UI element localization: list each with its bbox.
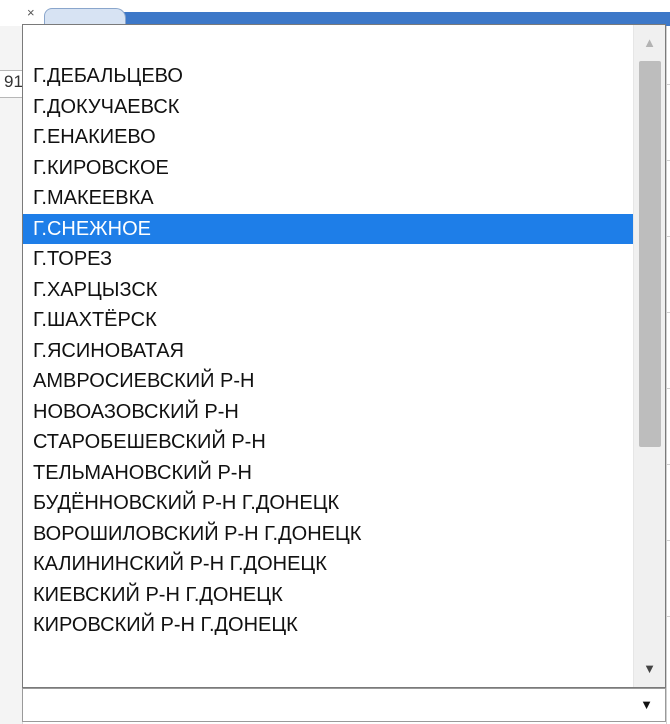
background-left-cell-text: 91: [4, 72, 23, 91]
option-torez[interactable]: Г.ТОРЕЗ: [23, 244, 633, 275]
region-select[interactable]: ▼: [22, 688, 666, 722]
background-grid-line: [666, 464, 670, 465]
background-grid-line: [666, 388, 670, 389]
screen: × 91 Г.ДЕБАЛЬЦЕВО Г.ДОКУЧАЕВСК Г.ЕНАКИЕВ…: [0, 0, 670, 724]
option-snezhnoe[interactable]: Г.СНЕЖНОЕ: [23, 213, 633, 244]
background-left-column: [0, 26, 23, 724]
option-debaltsevo[interactable]: Г.ДЕБАЛЬЦЕВО: [23, 61, 633, 92]
option-enakievo[interactable]: Г.ЕНАКИЕВО: [23, 122, 633, 153]
scroll-up-icon[interactable]: ▲: [634, 29, 665, 57]
option-kirovskoe[interactable]: Г.КИРОВСКОЕ: [23, 153, 633, 184]
option-novoazovsky[interactable]: НОВОАЗОВСКИЙ Р-Н: [23, 397, 633, 428]
option-dokuchaevsk[interactable]: Г.ДОКУЧАЕВСК: [23, 92, 633, 123]
background-right-column: [666, 26, 670, 724]
option-makeevka[interactable]: Г.МАКЕЕВКА: [23, 183, 633, 214]
option-yasinovataya[interactable]: Г.ЯСИНОВАТАЯ: [23, 336, 633, 367]
option-kievsky[interactable]: КИЕВСКИЙ Р-Н Г.ДОНЕЦК: [23, 580, 633, 611]
option-telmanovsky[interactable]: ТЕЛЬМАНОВСКИЙ Р-Н: [23, 458, 633, 489]
chevron-down-icon[interactable]: ▼: [640, 697, 653, 712]
scrollbar-thumb[interactable]: [639, 61, 661, 447]
region-dropdown-list[interactable]: Г.ДЕБАЛЬЦЕВО Г.ДОКУЧАЕВСК Г.ЕНАКИЕВО Г.К…: [22, 24, 666, 688]
option-kirovsky[interactable]: КИРОВСКИЙ Р-Н Г.ДОНЕЦК: [23, 610, 633, 641]
background-grid-line: [666, 160, 670, 161]
background-grid-line: [666, 84, 670, 85]
option-shakhtersk[interactable]: Г.ШАХТЁРСК: [23, 305, 633, 336]
background-grid-line: [666, 616, 670, 617]
option-voroshilovsky[interactable]: ВОРОШИЛОВСКИЙ Р-Н Г.ДОНЕЦК: [23, 519, 633, 550]
option-amvrosievsky[interactable]: АМВРОСИЕВСКИЙ Р-Н: [23, 366, 633, 397]
option-starobeshevsky[interactable]: СТАРОБЕШЕВСКИЙ Р-Н: [23, 427, 633, 458]
options-container: Г.ДЕБАЛЬЦЕВО Г.ДОКУЧАЕВСК Г.ЕНАКИЕВО Г.К…: [23, 61, 633, 641]
scroll-down-icon[interactable]: ▼: [634, 655, 665, 683]
background-grid-line: [666, 236, 670, 237]
close-icon[interactable]: ×: [27, 5, 35, 20]
option-budennovsky[interactable]: БУДЁННОВСКИЙ Р-Н Г.ДОНЕЦК: [23, 488, 633, 519]
list-scrollbar[interactable]: ▲ ▼: [633, 25, 665, 687]
option-kalininsky[interactable]: КАЛИНИНСКИЙ Р-Н Г.ДОНЕЦК: [23, 549, 633, 580]
background-grid-line: [666, 540, 670, 541]
option-khartsyzsk[interactable]: Г.ХАРЦЫЗСК: [23, 275, 633, 306]
background-grid-line: [666, 312, 670, 313]
